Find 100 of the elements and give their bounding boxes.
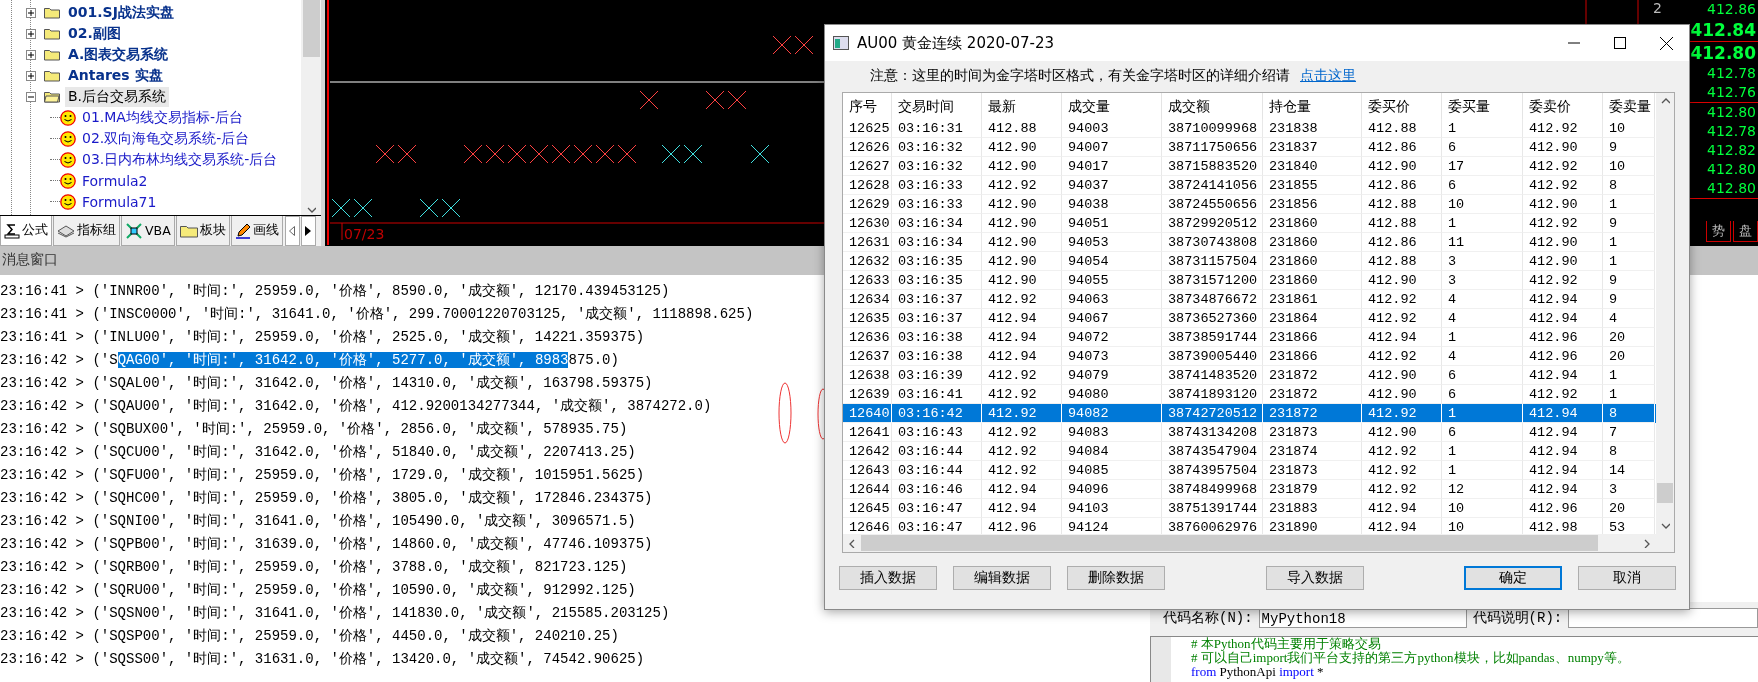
- expand-icon[interactable]: [26, 49, 36, 60]
- tree-item[interactable]: Antares 实盘: [65, 65, 166, 86]
- log-line: 23:16:42 > ('SQRB00', '时间:', 25959.0, '价格', 3788.0, '成交额', 821723.125): [0, 558, 629, 577]
- price-label: 412.80: [1707, 103, 1756, 122]
- table-row[interactable]: 12643 03:16:44 412.92 94085 38743957504 231873 412.92 1 412.94 14: [843, 461, 1656, 480]
- chart-tab[interactable]: 势: [1706, 221, 1731, 242]
- scroll-up-icon[interactable]: [1660, 96, 1670, 106]
- panel-tab[interactable]: 画线: [230, 216, 283, 246]
- left-triangle-icon: [289, 226, 296, 236]
- table-row[interactable]: 12642 03:16:44 412.92 94084 38743547904 231874 412.92 1 412.94 8: [843, 442, 1656, 461]
- table-row[interactable]: 12640 03:16:42 412.92 94082 38742720512 231872 412.92 1 412.94 8: [843, 404, 1656, 423]
- table-row[interactable]: 12634 03:16:37 412.92 94063 38734876672 231861 412.92 4 412.94 9: [843, 290, 1656, 309]
- dialog-button[interactable]: 删除数据: [1067, 566, 1165, 590]
- folder-icon: [44, 6, 60, 19]
- table-row[interactable]: 12636 03:16:38 412.94 94072 38738591744 231866 412.94 1 412.96 20: [843, 328, 1656, 347]
- code-line: # 本Python代码主要用于策略交易: [1191, 637, 1381, 651]
- panel-tab[interactable]: 公式: [0, 216, 52, 246]
- code-description-field[interactable]: [1568, 608, 1758, 628]
- log-line: 23:16:41 > ('INLU00', '时间:', 25959.0, '价格', 2525.0, '成交额', 14221.359375): [0, 328, 646, 347]
- log-line: 23:16:42 > ('SQSP00', '时间:', 25959.0, '价格', 4450.0, '成交额', 240210.25): [0, 627, 620, 646]
- folder-icon: [44, 48, 60, 61]
- tab-right-button[interactable]: [300, 216, 316, 246]
- smiley-icon: [60, 151, 76, 168]
- expand-icon[interactable]: [26, 70, 36, 81]
- table-row[interactable]: 12633 03:16:35 412.90 94055 38731571200 231860 412.90 3 412.92 9: [843, 271, 1656, 290]
- tree-item[interactable]: 03.日内布林均线交易系统-后台: [80, 149, 280, 170]
- log-line: 23:16:41 > ('INNR00', '时间:', 25959.0, '价格', 8590.0, '成交额', 12170.439453125): [0, 282, 671, 301]
- pencil-icon: [234, 222, 251, 239]
- panel-title: 消息窗口: [1, 251, 58, 269]
- table-row[interactable]: 12645 03:16:47 412.94 94103 38751391744 231883 412.94 10 412.96 20: [843, 499, 1656, 518]
- maximize-icon: [1614, 37, 1626, 49]
- scrollbar-thumb[interactable]: [861, 535, 1598, 551]
- collapse-icon[interactable]: [26, 91, 36, 102]
- tree-item[interactable]: 02.副图: [65, 23, 124, 44]
- table-row[interactable]: 12628 03:16:33 412.92 94037 38724141056 231855 412.86 6 412.92 8: [843, 176, 1656, 195]
- tree-item[interactable]: 01.MA均线交易指标-后台: [80, 107, 245, 128]
- panel-tab[interactable]: 板块: [175, 216, 230, 246]
- chart-tab[interactable]: 盘: [1733, 221, 1758, 242]
- tree-item[interactable]: Formula2: [80, 171, 150, 190]
- dialog-button[interactable]: 编辑数据: [953, 566, 1051, 590]
- ellipse-mark: [778, 382, 792, 444]
- expand-icon[interactable]: [26, 28, 36, 39]
- log-line: 23:16:42 > ('SQAG00', '时间:', 31642.0, '价格', 5277.0, '成交额', 8983875.0): [0, 351, 620, 370]
- table-row[interactable]: 12630 03:16:34 412.90 94051 38729920512 231860 412.88 1 412.92 9: [843, 214, 1656, 233]
- scrollbar-thumb[interactable]: [1657, 483, 1673, 503]
- dialog-button[interactable]: 取消: [1578, 566, 1676, 590]
- log-line: 23:16:42 > ('SQAU00', '时间:', 31642.0, '价格', 412.9200134277344, '成交额', 3874272.0): [0, 397, 713, 416]
- code-line: # 可以自己import我们平台支持的第三方python模块，比如pandas、numpy等。: [1191, 651, 1630, 665]
- smiley-icon: [60, 109, 76, 126]
- folder-icon: [179, 223, 198, 238]
- log-line: 23:16:42 > ('SQSN00', '时间:', 31641.0, '价格', 141830.0, '成交额', 215585.203125): [0, 604, 671, 623]
- dialog-button[interactable]: 确定: [1464, 566, 1562, 590]
- ellipse-mark: [817, 388, 825, 440]
- smiley-icon: [60, 172, 76, 189]
- note-text: 注意：这里的时间为金字塔时区格式，有关金字塔时区的详细介绍请: [870, 67, 1290, 85]
- scroll-down-icon[interactable]: [306, 205, 316, 215]
- table-row[interactable]: 12629 03:16:33 412.90 94038 38724550656 231856 412.88 10 412.90 1: [843, 195, 1656, 214]
- panel-tab[interactable]: VBA: [121, 216, 175, 246]
- dialog-button[interactable]: 插入数据: [839, 566, 937, 590]
- smiley-icon: [60, 193, 76, 210]
- close-icon: [1659, 36, 1673, 50]
- scroll-right-icon[interactable]: [1642, 538, 1652, 548]
- window-icon: [833, 36, 849, 50]
- table-row[interactable]: 12637 03:16:38 412.94 94073 38739005440 231866 412.92 4 412.96 20: [843, 347, 1656, 366]
- scroll-down-icon[interactable]: [1660, 521, 1670, 531]
- table-row[interactable]: 12644 03:16:46 412.94 94096 38748499968 231879 412.92 12 412.94 3: [843, 480, 1656, 499]
- tree-item[interactable]: 02.双向海龟交易系统-后台: [80, 128, 252, 149]
- panel-tab[interactable]: 指标组: [53, 216, 120, 246]
- tree-item[interactable]: B.后台交易系统: [65, 86, 170, 107]
- tab-left-button[interactable]: [284, 216, 300, 246]
- scrollbar-thumb[interactable]: [302, 0, 320, 57]
- table-row[interactable]: 12632 03:16:35 412.90 94054 38731157504 231860 412.88 3 412.90 1: [843, 252, 1656, 271]
- tree-item[interactable]: Formula71: [80, 192, 159, 211]
- table-row[interactable]: 12625 03:16:31 412.88 94003 38710099968 231838 412.88 1 412.92 10: [843, 119, 1656, 138]
- scroll-left-icon[interactable]: [847, 538, 857, 548]
- tree-item[interactable]: 001.SJ战法实盘: [65, 2, 177, 23]
- date-label: 07/23: [344, 226, 385, 242]
- stack-icon: [57, 223, 75, 238]
- price-label: 412.82: [1707, 141, 1756, 160]
- help-link[interactable]: 点击这里: [1300, 67, 1356, 85]
- price-label: 412.84: [1690, 19, 1756, 41]
- log-line: 23:16:42 > ('SQAL00', '时间:', 31642.0, '价格', 14310.0, '成交额', 163798.59375): [0, 374, 654, 393]
- table-row[interactable]: 12626 03:16:32 412.90 94007 38711750656 231837 412.86 6 412.90 9: [843, 138, 1656, 157]
- table-row[interactable]: 12638 03:16:39 412.92 94079 38741483520 231872 412.90 6 412.94 1: [843, 366, 1656, 385]
- dialog-button[interactable]: 导入数据: [1265, 566, 1364, 590]
- table-row[interactable]: 12631 03:16:34 412.90 94053 38730743808 231860 412.86 11 412.90 1: [843, 233, 1656, 252]
- table-row[interactable]: 12635 03:16:37 412.94 94067 38736527360 231864 412.92 4 412.94 4: [843, 309, 1656, 328]
- price-label: 412.78: [1707, 64, 1756, 83]
- log-line: 23:16:42 > ('SQHC00', '时间:', 25959.0, '价格', 3805.0, '成交额', 172846.234375): [0, 489, 654, 508]
- code-editor[interactable]: # 本Python代码主要用于策略交易 # 可以自己import我们平台支持的第三方python模块，比如pandas、numpy等。 from PythonApi import *: [1150, 636, 1758, 682]
- table-row[interactable]: 12639 03:16:41 412.92 94080 38741893120 231872 412.90 6 412.92 1: [843, 385, 1656, 404]
- log-line: 23:16:41 > ('INSC0000', '时间:', 31641.0, '价格', 299.70001220703125, '成交额', 1118898.625): [0, 305, 755, 324]
- table-row[interactable]: 12627 03:16:32 412.90 94017 38715883520 231840 412.90 17 412.92 10: [843, 157, 1656, 176]
- open-folder-icon: [44, 90, 60, 103]
- price-label: 412.76: [1707, 83, 1756, 102]
- code-name-field[interactable]: MyPython18: [1258, 608, 1467, 628]
- tree-item[interactable]: A.图表交易系统: [65, 44, 172, 65]
- table-row[interactable]: 12641 03:16:43 412.92 94083 38743134208 231873 412.90 6 412.94 7: [843, 423, 1656, 442]
- log-line: 23:16:42 > ('SQBUX00', '时间:', 25959.0, '价格', 2856.0, '成交额', 578935.75): [0, 420, 629, 439]
- expand-icon[interactable]: [26, 7, 36, 18]
